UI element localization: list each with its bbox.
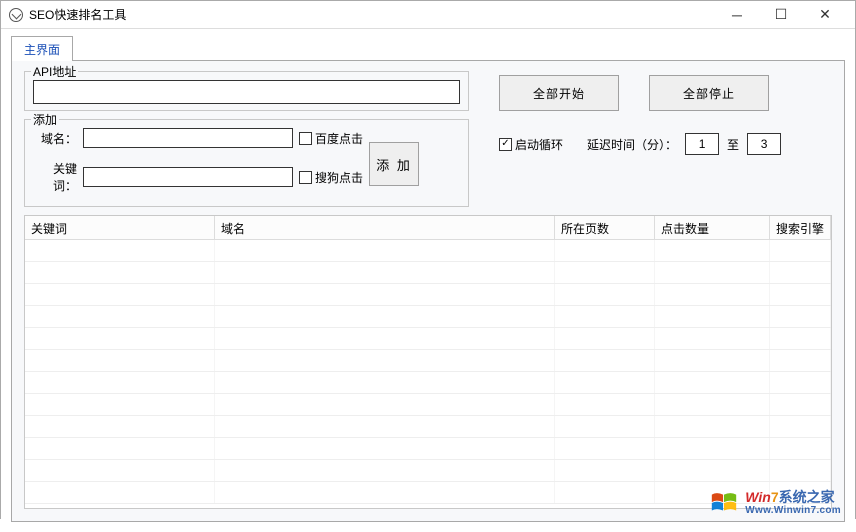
table-row[interactable] [25,394,831,416]
domain-input[interactable] [83,128,293,148]
right-column: 全部开始 全部停止 ✓ 启动循环 延迟时间（分）： 至 [499,71,832,207]
titlebar: SEO快速排名工具 ─ ☐ ✕ [1,1,855,29]
table-row[interactable] [25,240,831,262]
top-row: API地址 添加 域名： [24,71,832,207]
api-legend: API地址 [31,63,78,80]
sogou-click-checkbox[interactable]: 搜狗点击 [299,169,363,186]
app-icon [9,8,23,22]
body-area: 主界面 API地址 添加 域名： [1,29,855,532]
col-clicks[interactable]: 点击数量 [655,216,770,239]
checkbox-box [299,171,312,184]
add-legend: 添加 [31,111,59,128]
table-row[interactable] [25,262,831,284]
table-row[interactable] [25,284,831,306]
tab-header: 主界面 [11,35,845,60]
delay-to-label: 至 [727,136,739,153]
keyword-input[interactable] [83,167,293,187]
table-row[interactable] [25,372,831,394]
checkbox-box [299,132,312,145]
table-row[interactable] [25,460,831,482]
delay-min-input[interactable] [685,133,719,155]
sogou-click-label: 搜狗点击 [315,169,363,186]
window-title: SEO快速排名工具 [29,6,126,23]
tab-content: API地址 添加 域名： [11,60,845,522]
stop-all-button[interactable]: 全部停止 [649,75,769,111]
minimize-button[interactable]: ─ [715,1,759,29]
data-grid: 关键词 域名 所在页数 点击数量 搜索引擎 [24,215,832,509]
table-row[interactable] [25,328,831,350]
grid-body [25,240,831,508]
enable-loop-label: 启动循环 [515,136,563,153]
left-column: API地址 添加 域名： [24,71,469,207]
tab-main[interactable]: 主界面 [11,36,73,61]
col-page[interactable]: 所在页数 [555,216,655,239]
grid-header: 关键词 域名 所在页数 点击数量 搜索引擎 [25,216,831,240]
domain-label: 域名： [33,130,77,147]
col-domain[interactable]: 域名 [215,216,555,239]
baidu-click-checkbox[interactable]: 百度点击 [299,130,363,147]
checkbox-box-checked: ✓ [499,138,512,151]
keyword-label: 关键词： [33,160,77,194]
api-fieldset: API地址 [24,71,469,111]
baidu-click-label: 百度点击 [315,130,363,147]
table-row[interactable] [25,482,831,504]
delay-max-input[interactable] [747,133,781,155]
app-window: SEO快速排名工具 ─ ☐ ✕ 主界面 API地址 添加 [0,0,856,519]
start-all-button[interactable]: 全部开始 [499,75,619,111]
add-fieldset: 添加 域名： 百度点击 [24,119,469,207]
close-button[interactable]: ✕ [803,1,847,29]
table-row[interactable] [25,306,831,328]
col-keyword[interactable]: 关键词 [25,216,215,239]
table-row[interactable] [25,350,831,372]
col-engine[interactable]: 搜索引擎 [770,216,831,239]
api-input[interactable] [33,80,460,104]
add-button[interactable]: 添 加 [369,142,419,186]
maximize-button[interactable]: ☐ [759,1,803,29]
table-row[interactable] [25,438,831,460]
delay-label: 延迟时间（分）： [587,136,677,153]
enable-loop-checkbox[interactable]: ✓ 启动循环 [499,136,563,153]
table-row[interactable] [25,416,831,438]
